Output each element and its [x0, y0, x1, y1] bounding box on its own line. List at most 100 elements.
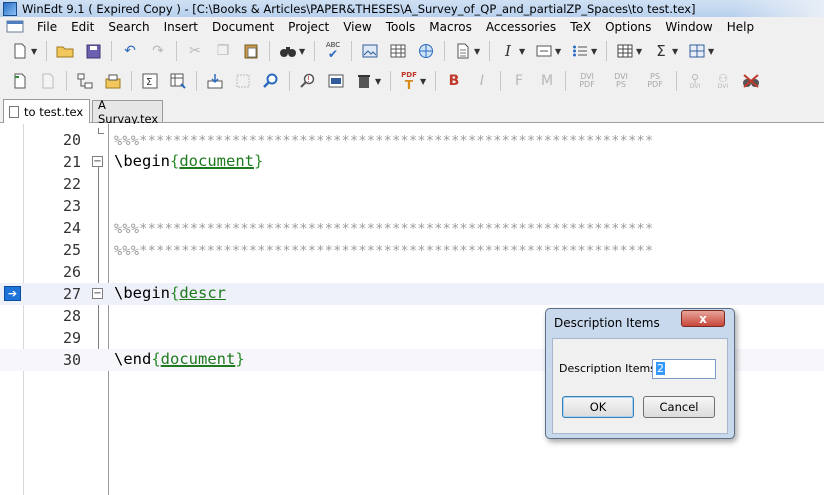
- font-f-icon[interactable]: F: [508, 70, 530, 92]
- matrix-dropdown-icon[interactable]: ▼: [708, 47, 716, 56]
- dvi-pdf-icon[interactable]: DVI PDF: [573, 70, 601, 92]
- close-button[interactable]: x: [681, 310, 725, 327]
- tab-to-test[interactable]: to test.tex: [3, 99, 90, 123]
- code-line[interactable]: 22: [0, 173, 824, 195]
- font-m-icon[interactable]: M: [536, 70, 558, 92]
- code-line[interactable]: 25 %%%**********************************…: [0, 239, 824, 261]
- toolbar-separator: [606, 41, 607, 61]
- new-file-dropdown-icon[interactable]: ▼: [31, 47, 39, 56]
- code-line[interactable]: 21 − \begin{document}: [0, 151, 824, 173]
- bold-icon[interactable]: B: [443, 70, 465, 92]
- menu-options[interactable]: Options: [598, 20, 658, 34]
- frame-icon[interactable]: [232, 70, 254, 92]
- tab-a-survay[interactable]: A Survay.tex: [92, 98, 163, 126]
- description-items-input[interactable]: 2: [652, 359, 716, 379]
- redo-icon[interactable]: ↷: [147, 40, 169, 62]
- box-dropdown-icon[interactable]: ▼: [555, 47, 563, 56]
- paste-icon[interactable]: [240, 40, 262, 62]
- toolbar-separator: [196, 71, 197, 91]
- menu-project[interactable]: Project: [281, 20, 336, 34]
- menu-insert[interactable]: Insert: [157, 20, 205, 34]
- image-icon[interactable]: [359, 40, 381, 62]
- dvi-search-icon[interactable]: ⚲ DVI: [684, 70, 706, 92]
- environment-name: document: [179, 152, 254, 170]
- menu-document[interactable]: Document: [205, 20, 281, 34]
- document-dropdown-icon[interactable]: ▼: [474, 47, 482, 56]
- copy-icon[interactable]: ❐: [212, 40, 234, 62]
- italic-dropdown-icon[interactable]: ▼: [519, 47, 527, 56]
- new-project-icon[interactable]: [9, 70, 31, 92]
- fold-toggle-icon[interactable]: −: [92, 156, 103, 167]
- grid-icon[interactable]: [614, 40, 636, 62]
- open-folder-icon[interactable]: [54, 40, 76, 62]
- menu-window[interactable]: Window: [658, 20, 719, 34]
- sigma-dropdown-icon[interactable]: ▼: [672, 47, 680, 56]
- box-icon[interactable]: [533, 40, 555, 62]
- document-icon[interactable]: [452, 40, 474, 62]
- code-line[interactable]: 26: [0, 261, 824, 283]
- dvi-ps-icon[interactable]: DVI PS: [607, 70, 635, 92]
- spell-check-icon[interactable]: ABC ✔: [322, 40, 344, 62]
- toolbar-separator: [176, 41, 177, 61]
- cancel-button[interactable]: Cancel: [643, 396, 715, 418]
- sigma-box-icon[interactable]: Σ: [139, 70, 161, 92]
- find-dropdown-icon[interactable]: ▼: [299, 47, 307, 56]
- close-document-icon[interactable]: [37, 70, 59, 92]
- menu-edit[interactable]: Edit: [64, 20, 101, 34]
- toolbar-separator: [351, 41, 352, 61]
- ps-pdf-icon[interactable]: PS PDF: [641, 70, 669, 92]
- title-bar-corner: [736, 0, 824, 17]
- toolbar-separator: [269, 41, 270, 61]
- tree-icon[interactable]: [74, 70, 96, 92]
- console-icon[interactable]: [325, 70, 347, 92]
- code-line[interactable]: 24 %%%**********************************…: [0, 217, 824, 239]
- ok-button[interactable]: OK: [562, 396, 634, 418]
- save-icon[interactable]: [82, 40, 104, 62]
- trash-icon[interactable]: [353, 70, 375, 92]
- new-file-icon[interactable]: [9, 40, 31, 62]
- project-icon[interactable]: [102, 70, 124, 92]
- dvi-view-icon[interactable]: ⚇ DVI: [712, 70, 734, 92]
- sigma-icon[interactable]: Σ: [650, 40, 672, 62]
- list-icon[interactable]: [569, 40, 591, 62]
- italic-toolbar-icon[interactable]: I: [471, 70, 493, 92]
- menu-search[interactable]: Search: [101, 20, 156, 34]
- menu-help[interactable]: Help: [720, 20, 761, 34]
- trash-dropdown-icon[interactable]: ▼: [375, 77, 383, 86]
- fold-toggle-icon[interactable]: −: [92, 288, 103, 299]
- document-menu-icon[interactable]: [6, 20, 24, 33]
- pdf-tex-dropdown-icon[interactable]: ▼: [420, 77, 428, 86]
- menu-file[interactable]: File: [30, 20, 64, 34]
- toolbar-separator: [131, 71, 132, 91]
- dvi-view-label: DVI: [717, 82, 729, 90]
- cut-icon[interactable]: ✂: [184, 40, 206, 62]
- menu-view[interactable]: View: [336, 20, 378, 34]
- find-binoculars-icon[interactable]: [277, 40, 299, 62]
- menu-tools[interactable]: Tools: [379, 20, 423, 34]
- stop-icon[interactable]: [740, 70, 762, 92]
- pdf-tex-icon[interactable]: PDF T: [398, 70, 420, 92]
- code-line[interactable]: 23: [0, 195, 824, 217]
- comment-text: %%%*************************************…: [114, 221, 654, 237]
- download-icon[interactable]: [204, 70, 226, 92]
- italic-icon[interactable]: I: [497, 40, 519, 62]
- grid-dropdown-icon[interactable]: ▼: [636, 47, 644, 56]
- menu-accessories[interactable]: Accessories: [479, 20, 563, 34]
- toolbar-separator: [489, 41, 490, 61]
- find-error-icon[interactable]: !: [297, 70, 319, 92]
- latex-command: \begin: [114, 152, 170, 170]
- toolbar-separator: [390, 71, 391, 91]
- tex-file-icon: [9, 105, 19, 118]
- menu-macros[interactable]: Macros: [422, 20, 479, 34]
- table-icon[interactable]: [387, 40, 409, 62]
- list-dropdown-icon[interactable]: ▼: [591, 47, 599, 56]
- winedt-app-icon[interactable]: [3, 1, 17, 16]
- undo-icon[interactable]: ↶: [119, 40, 141, 62]
- code-line[interactable]: 20 %%%**********************************…: [0, 129, 824, 151]
- search-icon[interactable]: [260, 70, 282, 92]
- current-code-line[interactable]: ➔ 27 − \begin{descr: [0, 283, 824, 305]
- table-edit-icon[interactable]: [167, 70, 189, 92]
- web-icon[interactable]: [415, 40, 437, 62]
- menu-tex[interactable]: TeX: [563, 20, 598, 34]
- matrix-icon[interactable]: [686, 40, 708, 62]
